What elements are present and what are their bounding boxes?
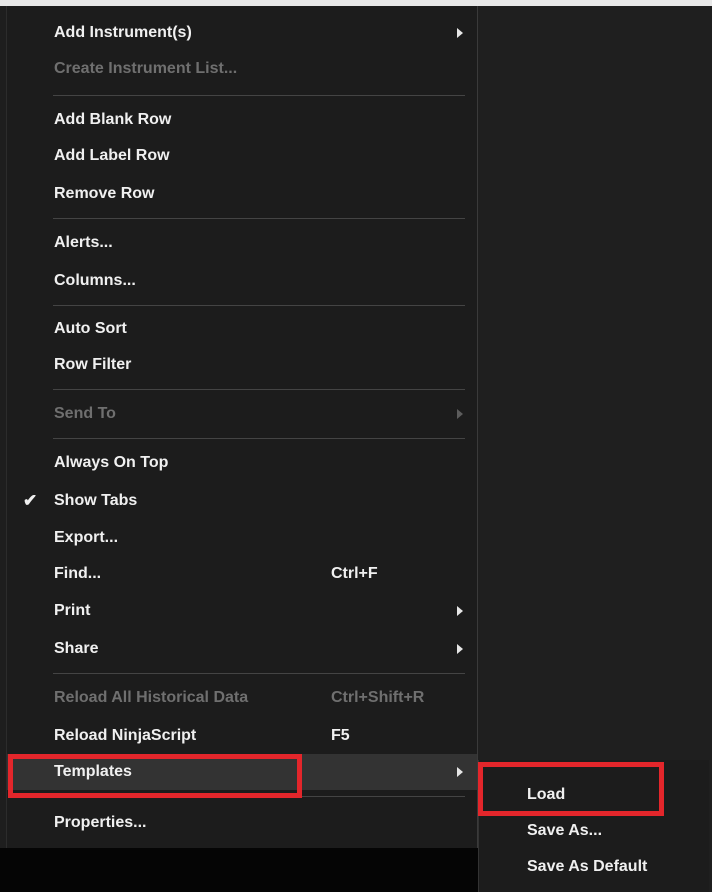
menu-item-shortcut: Ctrl+F bbox=[331, 565, 378, 582]
context-menu: Add Instrument(s) Create Instrument List… bbox=[6, 6, 478, 848]
menu-item-reload-ninjascript[interactable]: Reload NinjaScript F5 bbox=[7, 718, 477, 754]
menu-item-reload-historical-data[interactable]: Reload All Historical Data Ctrl+Shift+R bbox=[7, 680, 477, 716]
chevron-right-icon bbox=[457, 644, 463, 654]
menu-item-label: Properties... bbox=[54, 814, 147, 831]
menu-item-label: Share bbox=[54, 640, 99, 657]
menu-item-show-tabs[interactable]: ✔ Show Tabs bbox=[7, 483, 477, 519]
menu-item-columns[interactable]: Columns... bbox=[7, 263, 477, 299]
menu-item-label: Alerts... bbox=[54, 234, 113, 251]
chevron-right-icon bbox=[457, 767, 463, 777]
menu-item-label: Remove Row bbox=[54, 185, 155, 202]
menu-item-label: Columns... bbox=[54, 272, 136, 289]
menu-separator bbox=[53, 438, 465, 439]
menu-item-label: Reload NinjaScript bbox=[54, 727, 197, 744]
menu-item-always-on-top[interactable]: Always On Top bbox=[7, 445, 477, 481]
menu-item-shortcut: F5 bbox=[331, 727, 350, 744]
menu-item-alerts[interactable]: Alerts... bbox=[7, 225, 477, 261]
menu-item-send-to[interactable]: Send To bbox=[7, 396, 477, 432]
menu-item-create-instrument-list[interactable]: Create Instrument List... bbox=[7, 51, 477, 87]
chevron-right-icon bbox=[457, 28, 463, 38]
menu-item-export[interactable]: Export... bbox=[7, 520, 477, 556]
menu-item-label: Create Instrument List... bbox=[54, 60, 238, 77]
menu-item-label: Send To bbox=[54, 405, 116, 422]
menu-item-label: Auto Sort bbox=[54, 320, 127, 337]
chevron-right-icon bbox=[457, 409, 463, 419]
menu-item-label: Add Label Row bbox=[54, 147, 170, 164]
menu-item-add-label-row[interactable]: Add Label Row bbox=[7, 138, 477, 174]
checkmark-icon: ✔ bbox=[23, 491, 38, 510]
menu-separator bbox=[53, 95, 465, 96]
submenu-item-label: Save As Default bbox=[527, 858, 648, 875]
menu-item-label: Show Tabs bbox=[54, 492, 138, 509]
submenu-item-save-as[interactable]: Save As... bbox=[479, 814, 709, 848]
menu-item-label: Add Instrument(s) bbox=[54, 24, 192, 41]
menu-item-label: Row Filter bbox=[54, 356, 132, 373]
menu-item-remove-row[interactable]: Remove Row bbox=[7, 176, 477, 212]
menu-item-label: Always On Top bbox=[54, 454, 169, 471]
menu-item-add-instruments[interactable]: Add Instrument(s) bbox=[7, 15, 477, 51]
menu-separator bbox=[53, 389, 465, 390]
menu-item-label: Find... bbox=[54, 565, 102, 582]
menu-item-row-filter[interactable]: Row Filter bbox=[7, 347, 477, 383]
menu-item-auto-sort[interactable]: Auto Sort bbox=[7, 311, 477, 347]
menu-item-properties[interactable]: Properties... bbox=[7, 805, 477, 841]
menu-item-label: Print bbox=[54, 602, 91, 619]
load-highlight-box bbox=[478, 762, 664, 816]
menu-item-share[interactable]: Share bbox=[7, 631, 477, 667]
menu-item-add-blank-row[interactable]: Add Blank Row bbox=[7, 102, 477, 138]
submenu-item-save-as-default[interactable]: Save As Default bbox=[479, 850, 709, 884]
menu-separator bbox=[53, 673, 465, 674]
menu-item-label: Reload All Historical Data bbox=[54, 689, 249, 706]
menu-item-print[interactable]: Print bbox=[7, 593, 477, 629]
menu-item-label: Add Blank Row bbox=[54, 111, 172, 128]
menu-separator bbox=[53, 305, 465, 306]
background-window-bottom bbox=[0, 848, 478, 892]
menu-separator bbox=[53, 218, 465, 219]
menu-item-label: Export... bbox=[54, 529, 119, 546]
templates-highlight-box bbox=[8, 754, 302, 798]
menu-item-shortcut: Ctrl+Shift+R bbox=[331, 689, 425, 706]
submenu-item-label: Save As... bbox=[527, 822, 603, 839]
menu-item-find[interactable]: Find... Ctrl+F bbox=[7, 556, 477, 592]
chevron-right-icon bbox=[457, 606, 463, 616]
